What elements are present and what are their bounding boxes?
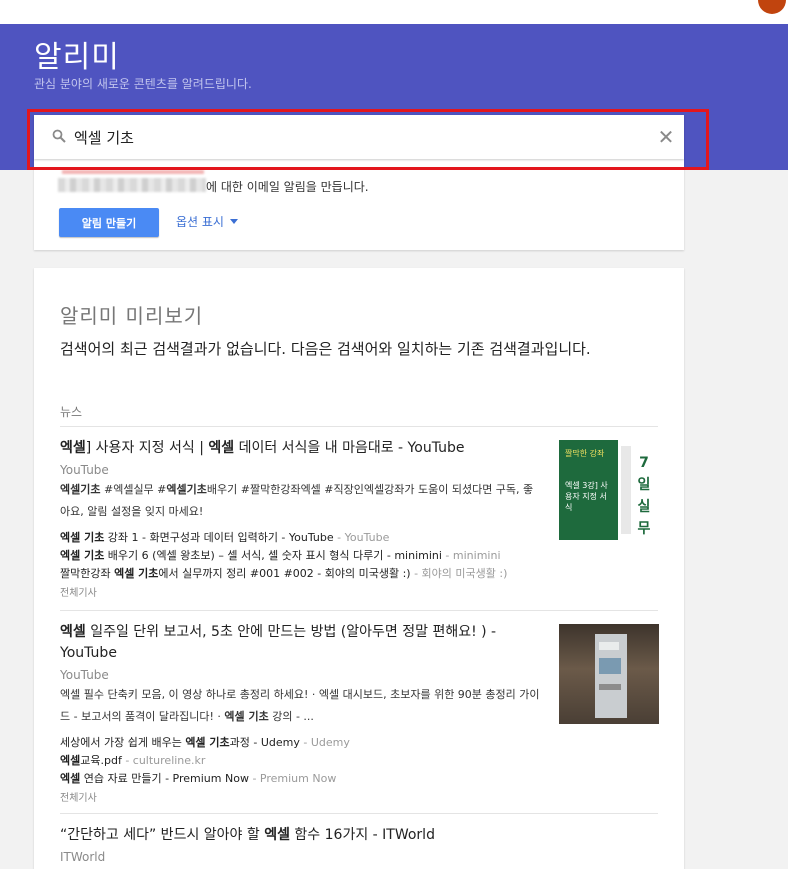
thumbnail-text-main: 엑셀 3강] 사용자 지정 서식 [565, 481, 608, 512]
thumbnail-detail [599, 658, 621, 674]
keyword-highlight: 엑셀 [208, 440, 235, 456]
result-snippet: 엑셀기초 #엑셀실무 #엑셀기초배우기 #짤막한강좌엑셀 #직장인엑셀강좌가 도… [60, 479, 540, 523]
text-fragment: ] 사용자 지정 서식 | [85, 440, 209, 456]
page-subtitle: 관심 분야의 새로운 콘텐츠를 알려드립니다. [34, 77, 252, 91]
thumbnail-book-text: 7일 실무 [637, 455, 651, 537]
divider [60, 813, 658, 814]
thumbnail-text-top: 짤막한 강좌 [565, 449, 605, 458]
alert-description: 에 대한 이메일 알림을 만듭니다. [206, 180, 369, 194]
alert-preview-card: 알리미 미리보기 검색어의 최근 검색결과가 없습니다. 다음은 검색어와 일치… [34, 268, 684, 869]
text-fragment: 짤막한강좌 [60, 567, 115, 580]
show-options-link[interactable]: 옵션 표시 [176, 213, 238, 230]
keyword-highlight: 엑셀 [264, 827, 290, 843]
text-fragment: 세상에서 가장 쉽게 배우는 [60, 736, 186, 749]
thumbnail-book-spine [621, 446, 631, 534]
keyword-highlight: 엑셀 기초 [114, 567, 159, 580]
thumbnail-detail [599, 642, 619, 650]
page-title: 알리미 [34, 40, 120, 75]
keyword-highlight: 엑셀 [60, 754, 81, 767]
text-fragment: 에서 실무까지 정리 #001 #002 - 회야의 미국생활 :) [158, 567, 411, 580]
result-source: ITWorld [60, 850, 106, 864]
keyword-highlight: 엑셀 기초 [60, 531, 105, 544]
related-article-link[interactable]: 짤막한강좌 엑셀 기초에서 실무까지 정리 #001 #002 - 회야의 미국… [60, 565, 658, 583]
keyword-highlight: 엑셀 [60, 440, 86, 456]
section-label-news: 뉴스 [60, 405, 83, 419]
related-article-link[interactable]: 엑셀 기초 배우기 6 (엑셀 왕초보) – 셀 서식, 셀 숫자 표시 형식 … [60, 547, 658, 565]
related-article-link[interactable]: 엑셀 연습 자료 만들기 - Premium Now - Premium Now [60, 770, 658, 788]
text-fragment: 과정 - Udemy [229, 736, 300, 749]
divider [60, 610, 658, 611]
result-item: “간단하고 세다” 반드시 알아야 할 엑셀 함수 16가지 - ITWorld… [60, 825, 658, 864]
keyword-highlight: 엑셀기초 [60, 483, 101, 496]
result-title-link[interactable]: 엑셀 일주일 단위 보고서, 5초 안에 만드는 방법 (알아두면 정말 편해요… [60, 622, 520, 664]
text-fragment: 교육.pdf [80, 754, 122, 767]
preview-message: 검색어의 최근 검색결과가 없습니다. 다음은 검색어와 일치하는 기존 검색결… [60, 340, 591, 358]
related-article-link[interactable]: 엑셀교육.pdf - cultureline.kr [60, 752, 658, 770]
all-articles-link[interactable]: 전체기사 [60, 789, 658, 804]
show-options-label: 옵션 표시 [176, 215, 224, 229]
text-fragment: 일주일 단위 보고서, 5초 안에 만드는 방법 (알아두면 정말 편해요! )… [60, 624, 497, 661]
keyword-highlight: 엑셀 [60, 624, 86, 640]
text-fragment: 강좌 1 - 화면구성과 데이터 입력하기 - YouTube [104, 531, 334, 544]
create-alert-card: 에 대한 이메일 알림을 만듭니다. 알림 만들기 옵션 표시 [34, 159, 684, 250]
result-thumbnail[interactable]: 짤막한 강좌 엑셀 3강] 사용자 지정 서식 7일 실무 [559, 440, 659, 540]
related-article-link[interactable]: 세상에서 가장 쉽게 배우는 엑셀 기초과정 - Udemy - Udemy [60, 734, 658, 752]
thumbnail-cover: 짤막한 강좌 엑셀 3강] 사용자 지정 서식 [559, 440, 618, 540]
result-title-link[interactable]: “간단하고 세다” 반드시 알아야 할 엑셀 함수 16가지 - ITWorld [60, 825, 520, 846]
search-highlight-box [27, 109, 709, 170]
divider [60, 426, 658, 427]
top-bar [0, 0, 788, 24]
thumbnail-detail [599, 684, 621, 690]
redacted-query-text [58, 178, 206, 192]
avatar[interactable] [758, 0, 786, 14]
text-fragment: 데이터 서식을 내 마음대로 - YouTube [234, 440, 465, 456]
text-fragment: #엑셀실무 # [100, 483, 167, 496]
text-fragment: 배우기 6 (엑셀 왕초보) – 셀 서식, 셀 숫자 표시 형식 다루기 - … [104, 549, 442, 562]
result-snippet: 엑셀 필수 단축키 모음, 이 영상 하나로 총정리 하세요! · 엑셀 대시보… [60, 684, 540, 728]
redacted-mark [62, 170, 204, 174]
thumbnail-book-cover: 7일 실무 [633, 452, 655, 537]
all-articles-link[interactable]: 전체기사 [60, 584, 658, 599]
caret-down-icon [229, 219, 238, 224]
keyword-highlight: 엑셀 기초 [60, 549, 105, 562]
keyword-highlight: 엑셀 [60, 772, 81, 785]
related-articles: 세상에서 가장 쉽게 배우는 엑셀 기초과정 - Udemy - Udemy 엑… [60, 734, 658, 788]
result-title-link[interactable]: 엑셀] 사용자 지정 서식 | 엑셀 데이터 서식을 내 마음대로 - YouT… [60, 438, 520, 459]
keyword-highlight: 엑셀 기초 [185, 736, 230, 749]
keyword-highlight: 엑셀 기초 [224, 710, 269, 723]
text-fragment: 강의 - ... [268, 710, 314, 723]
preview-title: 알리미 미리보기 [60, 304, 204, 328]
keyword-highlight: 엑셀기초 [166, 483, 207, 496]
thumbnail-device [595, 634, 627, 718]
result-thumbnail[interactable] [559, 624, 659, 724]
create-alert-button[interactable]: 알림 만들기 [59, 208, 159, 237]
text-fragment: 연습 자료 만들기 - Premium Now [80, 772, 249, 785]
text-fragment: 함수 16가지 - ITWorld [289, 827, 435, 843]
text-fragment: “간단하고 세다” 반드시 알아야 할 [60, 827, 265, 843]
